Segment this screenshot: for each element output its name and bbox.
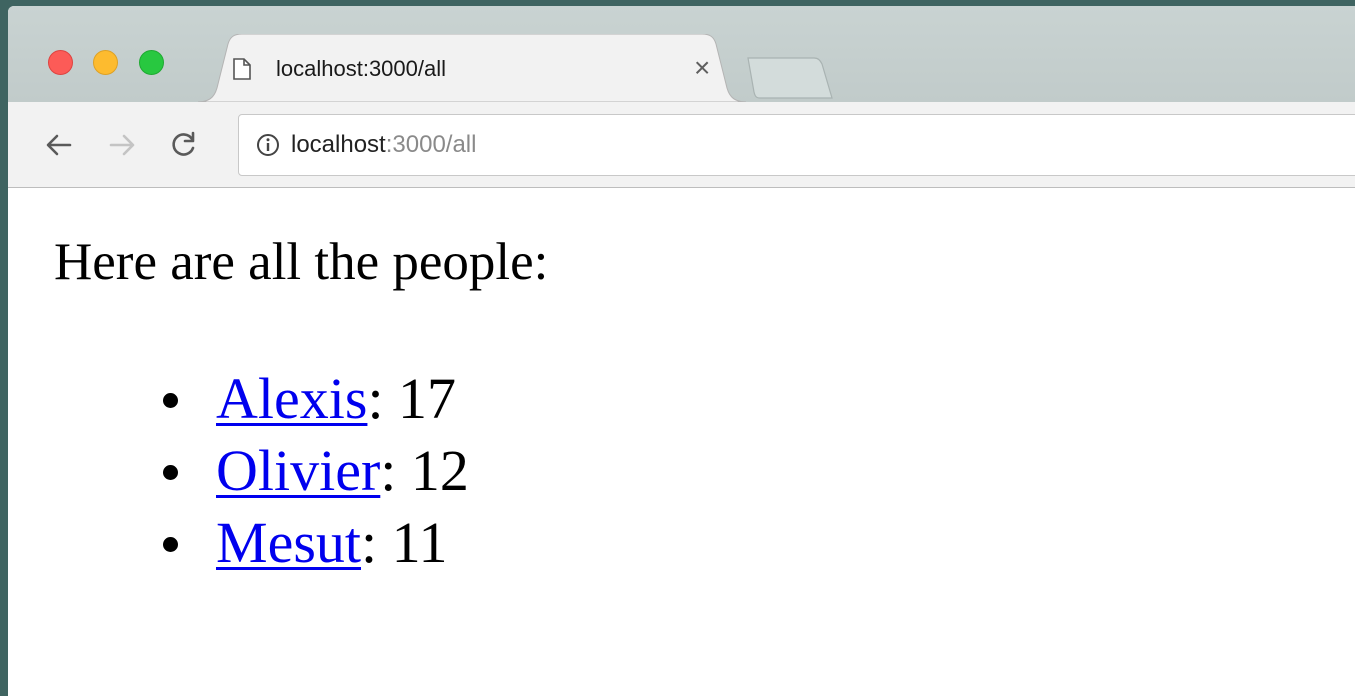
new-tab-button[interactable] <box>746 54 836 102</box>
forward-arrow-icon[interactable] <box>105 128 139 162</box>
person-count: : 11 <box>361 510 448 575</box>
info-icon[interactable] <box>256 133 280 162</box>
person-count: : 17 <box>367 366 457 431</box>
window-minimize-button[interactable] <box>93 50 118 75</box>
page-heading: Here are all the people: <box>54 233 549 291</box>
window-maximize-button[interactable] <box>139 50 164 75</box>
tab-strip: localhost:3000/all × <box>8 6 1355 102</box>
back-arrow-icon[interactable] <box>42 128 76 162</box>
person-link-mesut[interactable]: Mesut <box>216 510 361 575</box>
bullet-icon <box>163 465 178 480</box>
page-icon <box>233 58 251 85</box>
bullet-icon <box>163 537 178 552</box>
person-count: : 12 <box>380 438 469 503</box>
address-host: localhost <box>291 131 386 158</box>
people-list: Alexis: 17 Olivier: 12 Mesut: 11 <box>163 363 469 579</box>
tab-active[interactable]: localhost:3000/all × <box>198 34 746 102</box>
list-item: Olivier: 12 <box>163 435 469 507</box>
address-bar[interactable]: localhost:3000/all <box>238 114 1355 176</box>
person-link-olivier[interactable]: Olivier <box>216 438 380 503</box>
window-close-button[interactable] <box>48 50 73 75</box>
list-item: Alexis: 17 <box>163 363 469 435</box>
person-link-alexis[interactable]: Alexis <box>216 366 367 431</box>
bullet-icon <box>163 393 178 408</box>
page-content: Here are all the people: Alexis: 17 Oliv… <box>8 188 1355 696</box>
address-url[interactable]: localhost:3000/all <box>291 131 476 159</box>
list-item: Mesut: 11 <box>163 507 469 579</box>
toolbar: localhost:3000/all <box>8 102 1355 188</box>
browser-window: localhost:3000/all × localhost:3000/all … <box>8 6 1355 696</box>
reload-icon[interactable] <box>166 128 200 162</box>
tab-title: localhost:3000/all <box>276 56 447 81</box>
address-path: :3000/all <box>385 131 477 158</box>
tab-close-icon[interactable]: × <box>694 52 710 84</box>
